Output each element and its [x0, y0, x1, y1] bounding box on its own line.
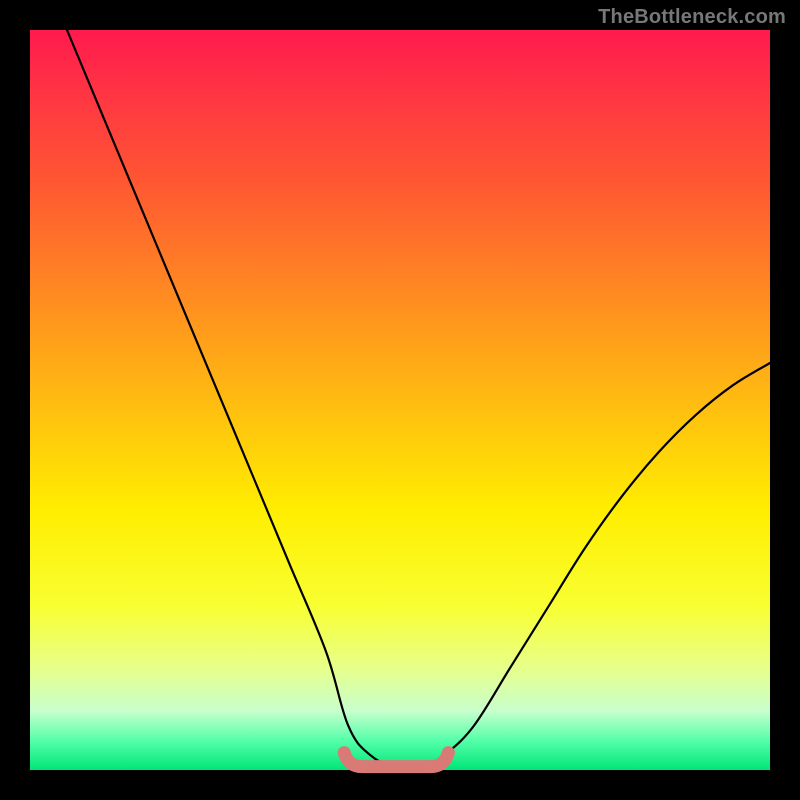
curve-svg	[30, 30, 770, 770]
plot-area	[30, 30, 770, 770]
chart-frame: TheBottleneck.com	[0, 0, 800, 800]
flat-region-highlight	[344, 753, 448, 767]
bottleneck-curve	[67, 30, 770, 772]
watermark-text: TheBottleneck.com	[598, 6, 786, 29]
